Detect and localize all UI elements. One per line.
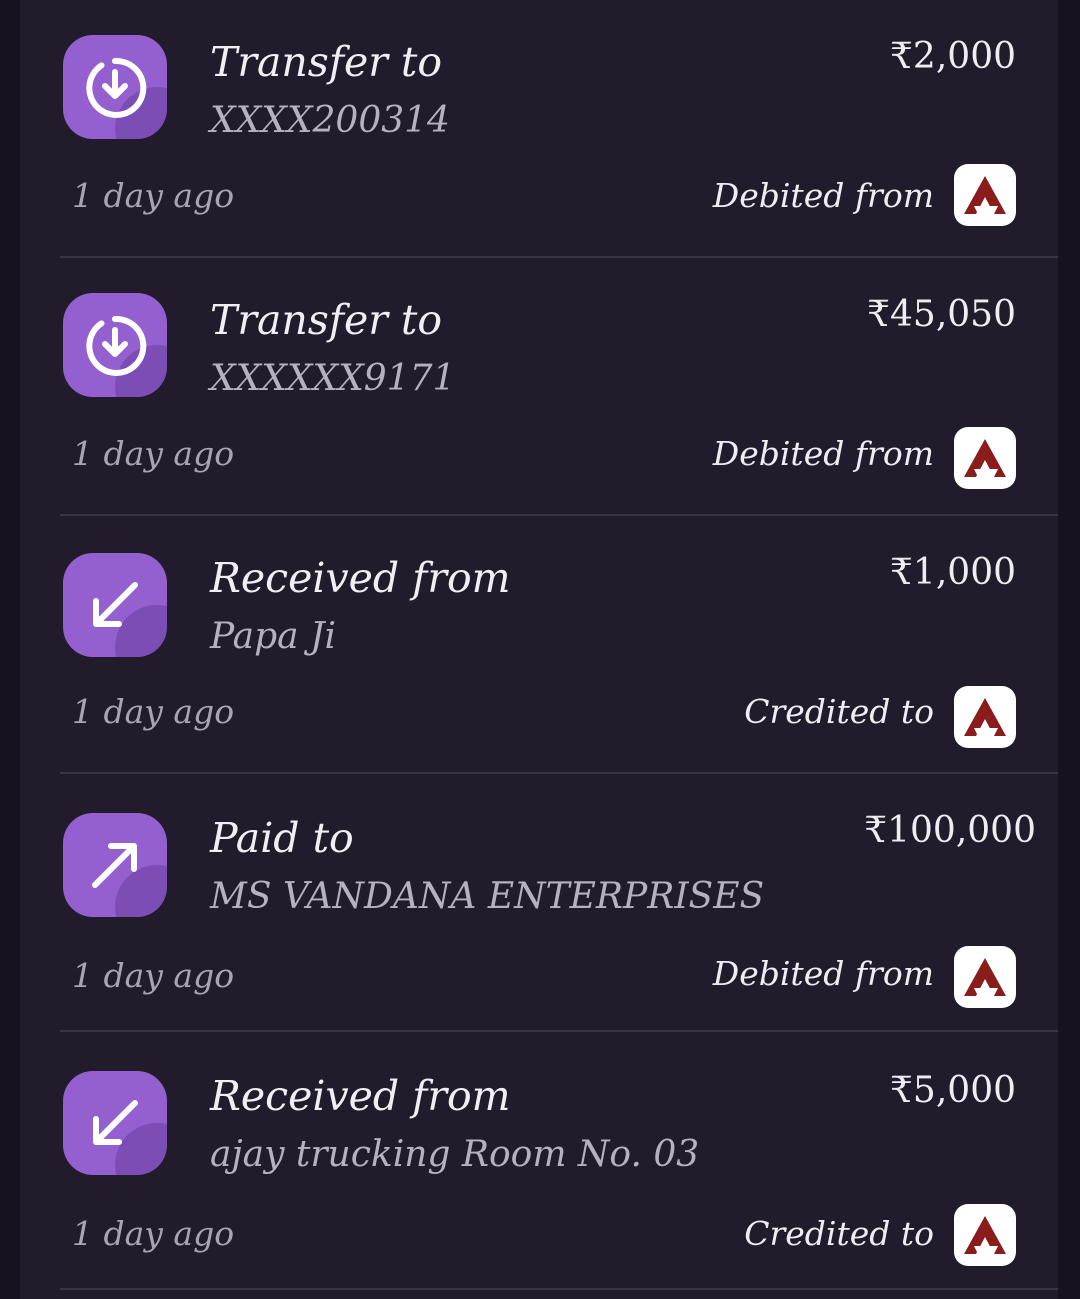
debit-credit-label: Debited from xyxy=(712,954,934,993)
transaction-list: Transfer to XXXX200314 ₹2,000 1 day ago … xyxy=(20,0,1058,1299)
bank-logo-icon[interactable] xyxy=(954,427,1016,489)
transaction-party: MS VANDANA ENTERPRISES xyxy=(210,876,765,917)
bank-logo-icon[interactable] xyxy=(954,164,1016,226)
bank-logo-icon[interactable] xyxy=(954,946,1016,1008)
transaction-time: 1 day ago xyxy=(72,176,235,215)
transaction-amount: ₹45,050 xyxy=(867,294,1016,335)
debit-credit-label: Credited to xyxy=(744,692,934,731)
transaction-row[interactable]: Transfer to XXXX200314 ₹2,000 1 day ago … xyxy=(20,0,1058,258)
transaction-time: 1 day ago xyxy=(72,1214,235,1253)
transaction-row[interactable]: Received from ajay trucking Room No. 03 … xyxy=(20,1032,1058,1290)
transaction-party: Papa Ji xyxy=(210,616,336,657)
transaction-time: 1 day ago xyxy=(72,692,235,731)
transaction-type: Received from xyxy=(210,554,511,602)
transaction-row[interactable]: Transfer to XXXXXX9171 ₹45,050 1 day ago… xyxy=(20,258,1058,516)
transfer-icon[interactable] xyxy=(63,35,167,139)
transaction-party: ajay trucking Room No. 03 xyxy=(210,1134,700,1175)
transaction-party: XXXX200314 xyxy=(210,100,450,141)
transaction-type: Transfer to xyxy=(210,38,443,86)
debit-credit-label: Credited to xyxy=(744,1214,934,1253)
transaction-party: XXXXXX9171 xyxy=(210,358,456,399)
debit-credit-label: Debited from xyxy=(712,176,934,215)
bank-logo-icon[interactable] xyxy=(954,686,1016,748)
transaction-amount: ₹5,000 xyxy=(890,1070,1016,1111)
transaction-amount: ₹100,000 xyxy=(864,810,1036,851)
transaction-time: 1 day ago xyxy=(72,956,235,995)
transaction-amount: ₹1,000 xyxy=(890,552,1016,593)
debit-credit-label: Debited from xyxy=(712,434,934,473)
transaction-row[interactable]: Paid to MS VANDANA ENTERPRISES ₹100,000 … xyxy=(20,774,1058,1032)
received-arrow-icon[interactable] xyxy=(63,553,167,657)
transaction-row[interactable]: Received from Papa Ji ₹1,000 1 day ago C… xyxy=(20,516,1058,774)
transfer-icon[interactable] xyxy=(63,293,167,397)
transaction-type: Transfer to xyxy=(210,296,443,344)
transaction-type: Received from xyxy=(210,1072,511,1120)
transaction-time: 1 day ago xyxy=(72,434,235,473)
bank-logo-icon[interactable] xyxy=(954,1204,1016,1266)
paid-arrow-icon[interactable] xyxy=(63,813,167,917)
transaction-type: Paid to xyxy=(210,814,354,862)
divider xyxy=(60,1288,1058,1290)
received-arrow-icon[interactable] xyxy=(63,1071,167,1175)
transaction-amount: ₹2,000 xyxy=(890,36,1016,77)
